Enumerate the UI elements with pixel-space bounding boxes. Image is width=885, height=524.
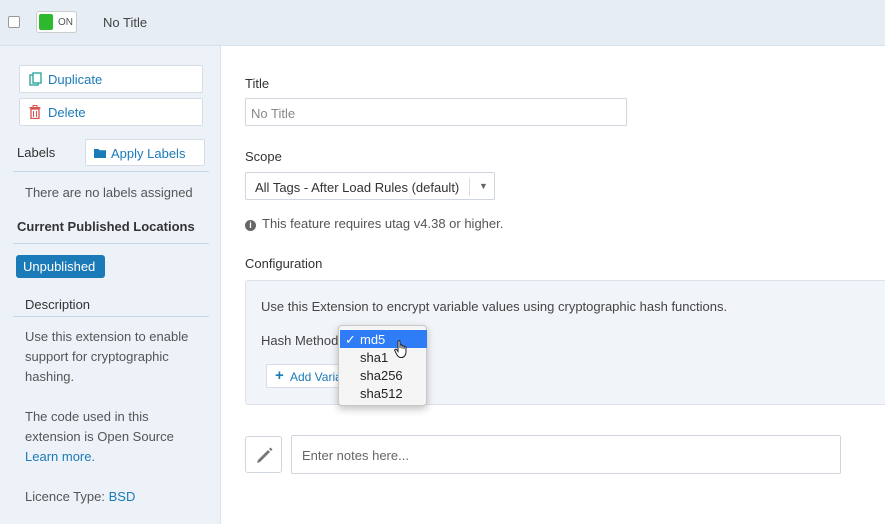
copy-icon <box>29 72 42 86</box>
hash-option-label: md5 <box>360 332 386 347</box>
status-badge: Unpublished <box>16 255 105 278</box>
edit-notes-button[interactable] <box>245 436 282 473</box>
info-icon: i <box>245 220 256 231</box>
add-variable-button[interactable]: + Add Variable <box>266 364 346 388</box>
duplicate-label: Duplicate <box>48 72 103 87</box>
divider <box>13 243 209 244</box>
pencil-icon <box>257 447 273 463</box>
hash-option[interactable]: sha512 <box>340 384 427 402</box>
notes-input[interactable]: Enter notes here... <box>291 435 841 474</box>
licence-label: Licence Type: <box>25 489 105 504</box>
folder-icon <box>94 149 106 158</box>
title-placeholder: No Title <box>251 106 296 121</box>
chevron-down-icon: ▼ <box>479 181 488 191</box>
description-heading: Description <box>25 297 91 312</box>
sidebar: Duplicate Delete Labels Apply Labels The… <box>0 46 221 524</box>
extension-title: No Title <box>103 15 148 30</box>
description-text: Use this extension to enable support for… <box>25 329 189 384</box>
version-info: i This feature requires utag v4.38 or hig… <box>245 216 503 231</box>
hand-cursor-icon <box>394 340 407 358</box>
hash-option-label: sha1 <box>360 350 389 365</box>
description-body: Use this extension to enable support for… <box>25 327 205 507</box>
duplicate-button[interactable]: Duplicate <box>19 65 203 93</box>
configuration-label: Configuration <box>245 256 323 271</box>
labels-heading: Labels <box>17 145 56 160</box>
divider <box>13 171 209 172</box>
title-label: Title <box>245 76 270 91</box>
hash-option-label: sha512 <box>360 386 403 401</box>
learn-more-link[interactable]: Learn more. <box>25 447 205 467</box>
divider <box>13 316 209 317</box>
select-divider <box>469 178 470 196</box>
trash-icon <box>29 105 41 119</box>
checkmark-icon: ✓ <box>345 332 356 347</box>
delete-button[interactable]: Delete <box>19 98 203 126</box>
hash-option[interactable]: ✓ md5 <box>340 330 427 348</box>
hash-option[interactable]: sha256 <box>340 366 427 384</box>
toggle-label: ON <box>58 17 73 28</box>
config-intro: Use this Extension to encrypt variable v… <box>261 299 728 314</box>
enable-toggle[interactable]: ON <box>36 11 77 33</box>
hash-method-dropdown[interactable]: ✓ md5 sha1 sha256 sha512 <box>338 325 427 406</box>
hash-option[interactable]: sha1 <box>340 348 427 366</box>
info-text: This feature requires utag v4.38 or high… <box>262 216 504 231</box>
title-input[interactable]: No Title <box>245 98 627 126</box>
notes-placeholder: Enter notes here... <box>302 448 409 463</box>
delete-label: Delete <box>48 105 86 120</box>
licence-row: Licence Type: BSD <box>25 487 205 507</box>
scope-value: All Tags - After Load Rules (default) <box>255 180 460 195</box>
no-labels-text: There are no labels assigned <box>25 185 193 200</box>
plus-icon: + <box>275 367 284 384</box>
select-checkbox[interactable] <box>8 16 20 28</box>
apply-labels-button[interactable]: Apply Labels <box>85 139 205 166</box>
published-locations-heading: Current Published Locations <box>17 219 195 234</box>
extension-header: ON No Title <box>0 0 885 46</box>
hash-method-label: Hash Method <box>261 333 339 348</box>
toggle-knob <box>39 14 53 30</box>
scope-select[interactable]: All Tags - After Load Rules (default) ▼ <box>245 172 495 200</box>
scope-label: Scope <box>245 149 282 164</box>
licence-link[interactable]: BSD <box>109 489 136 504</box>
hash-option-label: sha256 <box>360 368 403 383</box>
open-source-text: The code used in this extension is Open … <box>25 409 174 444</box>
apply-labels-label: Apply Labels <box>111 146 186 161</box>
